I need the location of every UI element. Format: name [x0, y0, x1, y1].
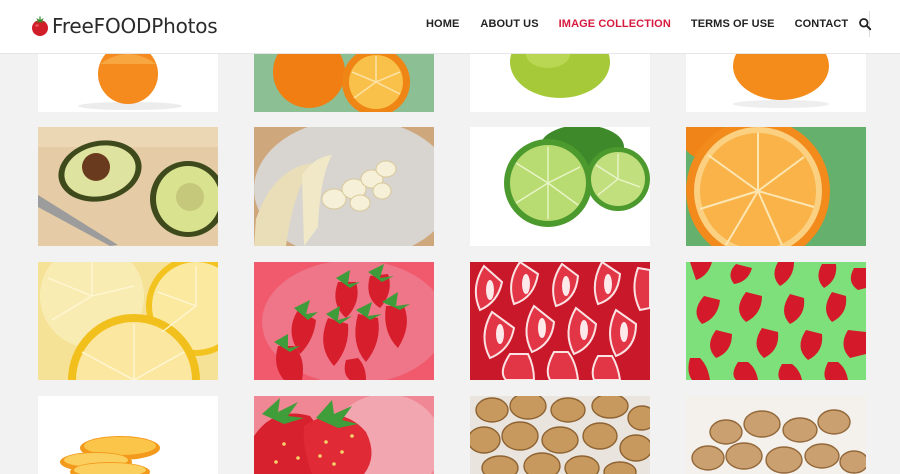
strawberries-image [254, 396, 434, 474]
nav-item-image-collection[interactable]: IMAGE COLLECTION [559, 18, 671, 30]
walnuts-image [686, 396, 866, 474]
nav-item-terms-of-use[interactable]: TERMS OF USE [691, 18, 775, 30]
strawberries-image [470, 262, 650, 380]
lemon-image [38, 262, 218, 380]
photo-orange-half[interactable] [38, 54, 218, 112]
avocado-image [38, 127, 218, 246]
orange-image [686, 127, 866, 246]
photo-lemon-slices[interactable] [38, 262, 218, 380]
orange-image [38, 54, 218, 112]
photo-strawberries-closeup[interactable] [254, 396, 434, 474]
nav-item-about-us[interactable]: ABOUT US [480, 18, 538, 30]
orange-image [38, 396, 218, 474]
strawberries-image [686, 262, 866, 380]
tomato-icon [32, 16, 48, 36]
photo-avocado-halves[interactable] [38, 127, 218, 246]
orange-image [686, 54, 866, 112]
photo-walnuts[interactable] [470, 396, 650, 474]
walnuts-image [470, 396, 650, 474]
nav-item-contact[interactable]: CONTACT [795, 18, 849, 30]
site-logo[interactable]: FreeFOODPhotos [30, 12, 218, 40]
oranges-image [254, 54, 434, 112]
logo-wordmark: FreeFOODPhotos [52, 14, 218, 38]
photo-lime-halves[interactable] [470, 127, 650, 246]
lime-image [470, 127, 650, 246]
nav-item-home[interactable]: HOME [426, 18, 459, 30]
site-header: FreeFOODPhotos HOME ABOUT US IMAGE COLLE… [0, 0, 900, 54]
apple-image [470, 54, 650, 112]
photo-strawberries-on-green[interactable] [686, 262, 866, 380]
photo-strawberries-on-pink[interactable] [254, 262, 434, 380]
photo-green-apple[interactable] [470, 54, 650, 112]
search-icon[interactable] [858, 17, 872, 31]
photo-strawberry-halves[interactable] [470, 262, 650, 380]
photo-orange-slices[interactable] [38, 396, 218, 474]
photo-sliced-banana[interactable] [254, 127, 434, 246]
strawberries-image [254, 262, 434, 380]
photo-orange-half-on-green[interactable] [686, 127, 866, 246]
photo-walnuts-on-white[interactable] [686, 396, 866, 474]
photo-oranges-on-green[interactable] [254, 54, 434, 112]
photo-orange-on-white[interactable] [686, 54, 866, 112]
main-nav: HOME ABOUT US IMAGE COLLECTION TERMS OF … [416, 0, 871, 48]
banana-image [254, 127, 434, 246]
